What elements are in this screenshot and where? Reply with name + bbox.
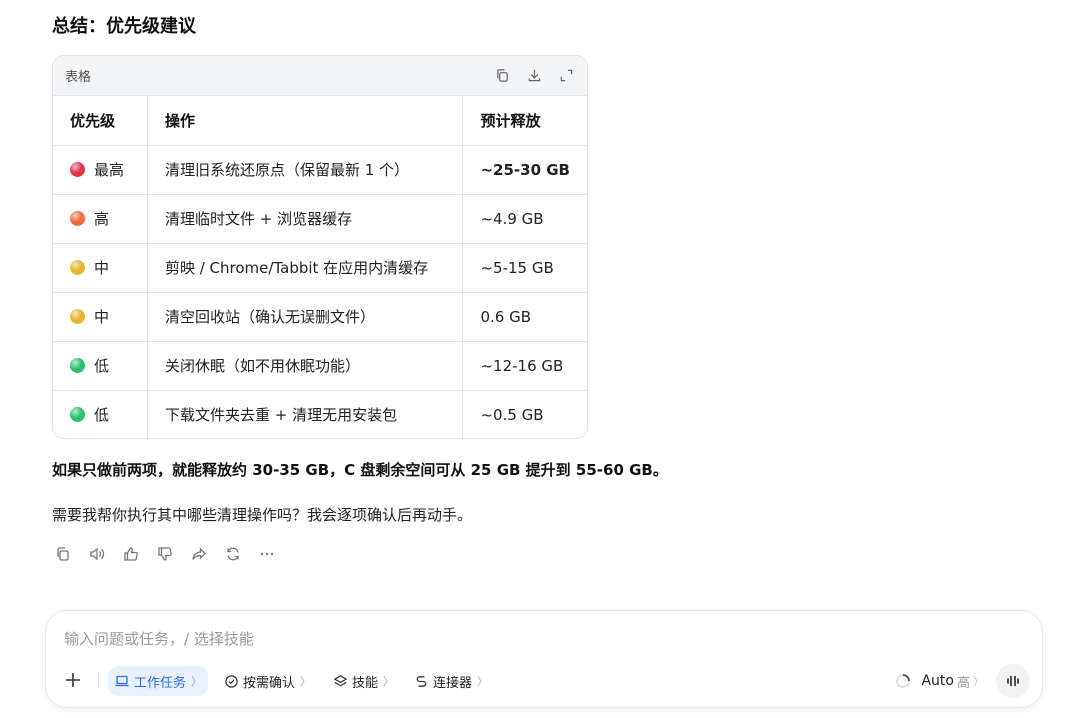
voice-input-button[interactable]: [996, 664, 1030, 698]
priority-cell: 中: [53, 292, 148, 342]
model-selector[interactable]: Auto 高 〉: [921, 672, 984, 691]
regenerate-icon[interactable]: [224, 545, 242, 563]
prompt-input[interactable]: [64, 627, 864, 651]
table-card-header: 表格: [53, 56, 587, 96]
more-icon[interactable]: [258, 545, 276, 563]
laptop-icon: [115, 675, 129, 687]
expand-icon[interactable]: [557, 67, 575, 85]
divider: [98, 671, 99, 689]
copy-icon[interactable]: [493, 67, 511, 85]
thumbs-up-icon[interactable]: [122, 545, 140, 563]
action-cell: 剪映 / Chrome/Tabbit 在应用内清缓存: [147, 243, 464, 293]
level-label: 高: [956, 675, 970, 691]
release-cell: ~12-16 GB: [462, 341, 587, 391]
confirm-chip[interactable]: 按需确认 〉: [218, 666, 317, 696]
release-cell: ~25-30 GB: [462, 145, 587, 195]
loading-spinner-icon: [896, 674, 911, 688]
priority-cell: 低: [53, 341, 148, 391]
priority-dot-icon: [70, 211, 85, 226]
skills-chip[interactable]: 技能 〉: [327, 666, 400, 696]
composer-right-controls: Auto 高 〉: [895, 664, 1030, 698]
model-label: Auto: [921, 673, 954, 689]
copy-icon[interactable]: [54, 545, 72, 563]
release-cell: 0.6 GB: [462, 292, 587, 342]
chevron-right-icon: 〉: [477, 675, 489, 688]
priority-dot-icon: [70, 260, 85, 275]
priority-cell: 低: [53, 390, 148, 438]
action-cell: 清理旧系统还原点（保留最新 1 个）: [147, 145, 464, 195]
table-row: 高 清理临时文件 + 浏览器缓存 ~4.9 GB: [53, 194, 587, 244]
action-cell: 清空回收站（确认无误删文件）: [147, 292, 464, 342]
followup-text: 需要我帮你执行其中哪些清理操作吗？我会逐项确认后再动手。: [52, 506, 473, 524]
chevron-right-icon: 〉: [383, 675, 395, 688]
action-cell: 下载文件夹去重 + 清理无用安装包: [147, 390, 464, 438]
priority-label: 中: [94, 259, 110, 277]
column-header-action: 操作: [147, 96, 464, 146]
composer: 工作任务 〉 按需确认 〉 技能 〉 连接器 〉 Auto 高 〉: [45, 610, 1043, 708]
priority-cell: 最高: [53, 145, 148, 195]
release-cell: ~0.5 GB: [480, 405, 544, 424]
section-heading: 总结：优先级建议: [52, 16, 196, 37]
table-row: 最高 清理旧系统还原点（保留最新 1 个） ~25-30 GB: [53, 145, 587, 195]
skills-label: 技能: [352, 675, 379, 691]
layers-icon: [333, 674, 348, 686]
chevron-right-icon: 〉: [300, 675, 312, 688]
action-cell: 关闭休眠（如不用休眠功能）: [147, 341, 464, 391]
priority-table: 优先级 操作 预计释放 最高 清理旧系统还原点（保留最新 1 个） ~25-30 G…: [53, 96, 587, 438]
priority-label: 最高: [94, 161, 125, 179]
connectors-chip[interactable]: 连接器 〉: [408, 666, 494, 696]
column-header-release: 预计释放: [462, 96, 587, 146]
download-icon[interactable]: [525, 67, 543, 85]
priority-dot-icon: [70, 162, 85, 177]
priority-dot-icon: [70, 309, 85, 324]
priority-label: 低: [94, 406, 110, 425]
check-circle-icon: [225, 674, 238, 688]
priority-cell: 中: [53, 243, 148, 293]
priority-label: 高: [94, 210, 110, 228]
table-card-title: 表格: [65, 70, 92, 85]
thumbs-down-icon[interactable]: [156, 545, 174, 563]
priority-label: 低: [94, 357, 110, 375]
share-icon[interactable]: [190, 545, 208, 563]
table-card: 表格 优先级 操作 预计释放 最高 清理旧系统还原点（保留最新 1 个） ~25-3…: [52, 55, 588, 439]
priority-dot-icon: [70, 407, 85, 423]
priority-cell: 高: [53, 194, 148, 244]
work-task-label: 工作任务: [134, 675, 187, 691]
plus-icon[interactable]: [62, 669, 84, 691]
connectors-label: 连接器: [433, 675, 473, 691]
table-header-row: 优先级 操作 预计释放: [53, 96, 587, 146]
table-row: 低 关闭休眠（如不用休眠功能） ~12-16 GB: [53, 341, 587, 391]
speaker-icon[interactable]: [88, 545, 106, 563]
table-row: 低 下载文件夹去重 + 清理无用安装包 ~0.5 GB: [53, 390, 587, 438]
work-task-chip[interactable]: 工作任务 〉: [108, 666, 209, 696]
summary-text: 如果只做前两项，就能释放约 30-35 GB，C 盘剩余空间可从 25 GB 提…: [52, 461, 668, 479]
release-cell: ~4.9 GB: [462, 194, 587, 244]
table-row: 中 剪映 / Chrome/Tabbit 在应用内清缓存 ~5-15 GB: [53, 243, 587, 293]
release-cell: ~5-15 GB: [462, 243, 587, 293]
confirm-label: 按需确认: [243, 675, 296, 691]
message-actions: [54, 545, 276, 563]
chevron-right-icon: 〉: [973, 675, 984, 688]
connector-icon: [416, 675, 427, 687]
table-row: 中 清空回收站（确认无误删文件） 0.6 GB: [53, 292, 587, 342]
waveform-icon: [1007, 675, 1019, 687]
priority-dot-icon: [70, 358, 85, 373]
action-cell: 清理临时文件 + 浏览器缓存: [147, 194, 464, 244]
column-header-priority: 优先级: [53, 96, 148, 146]
priority-label: 中: [94, 308, 110, 326]
chevron-right-icon: 〉: [191, 675, 203, 688]
